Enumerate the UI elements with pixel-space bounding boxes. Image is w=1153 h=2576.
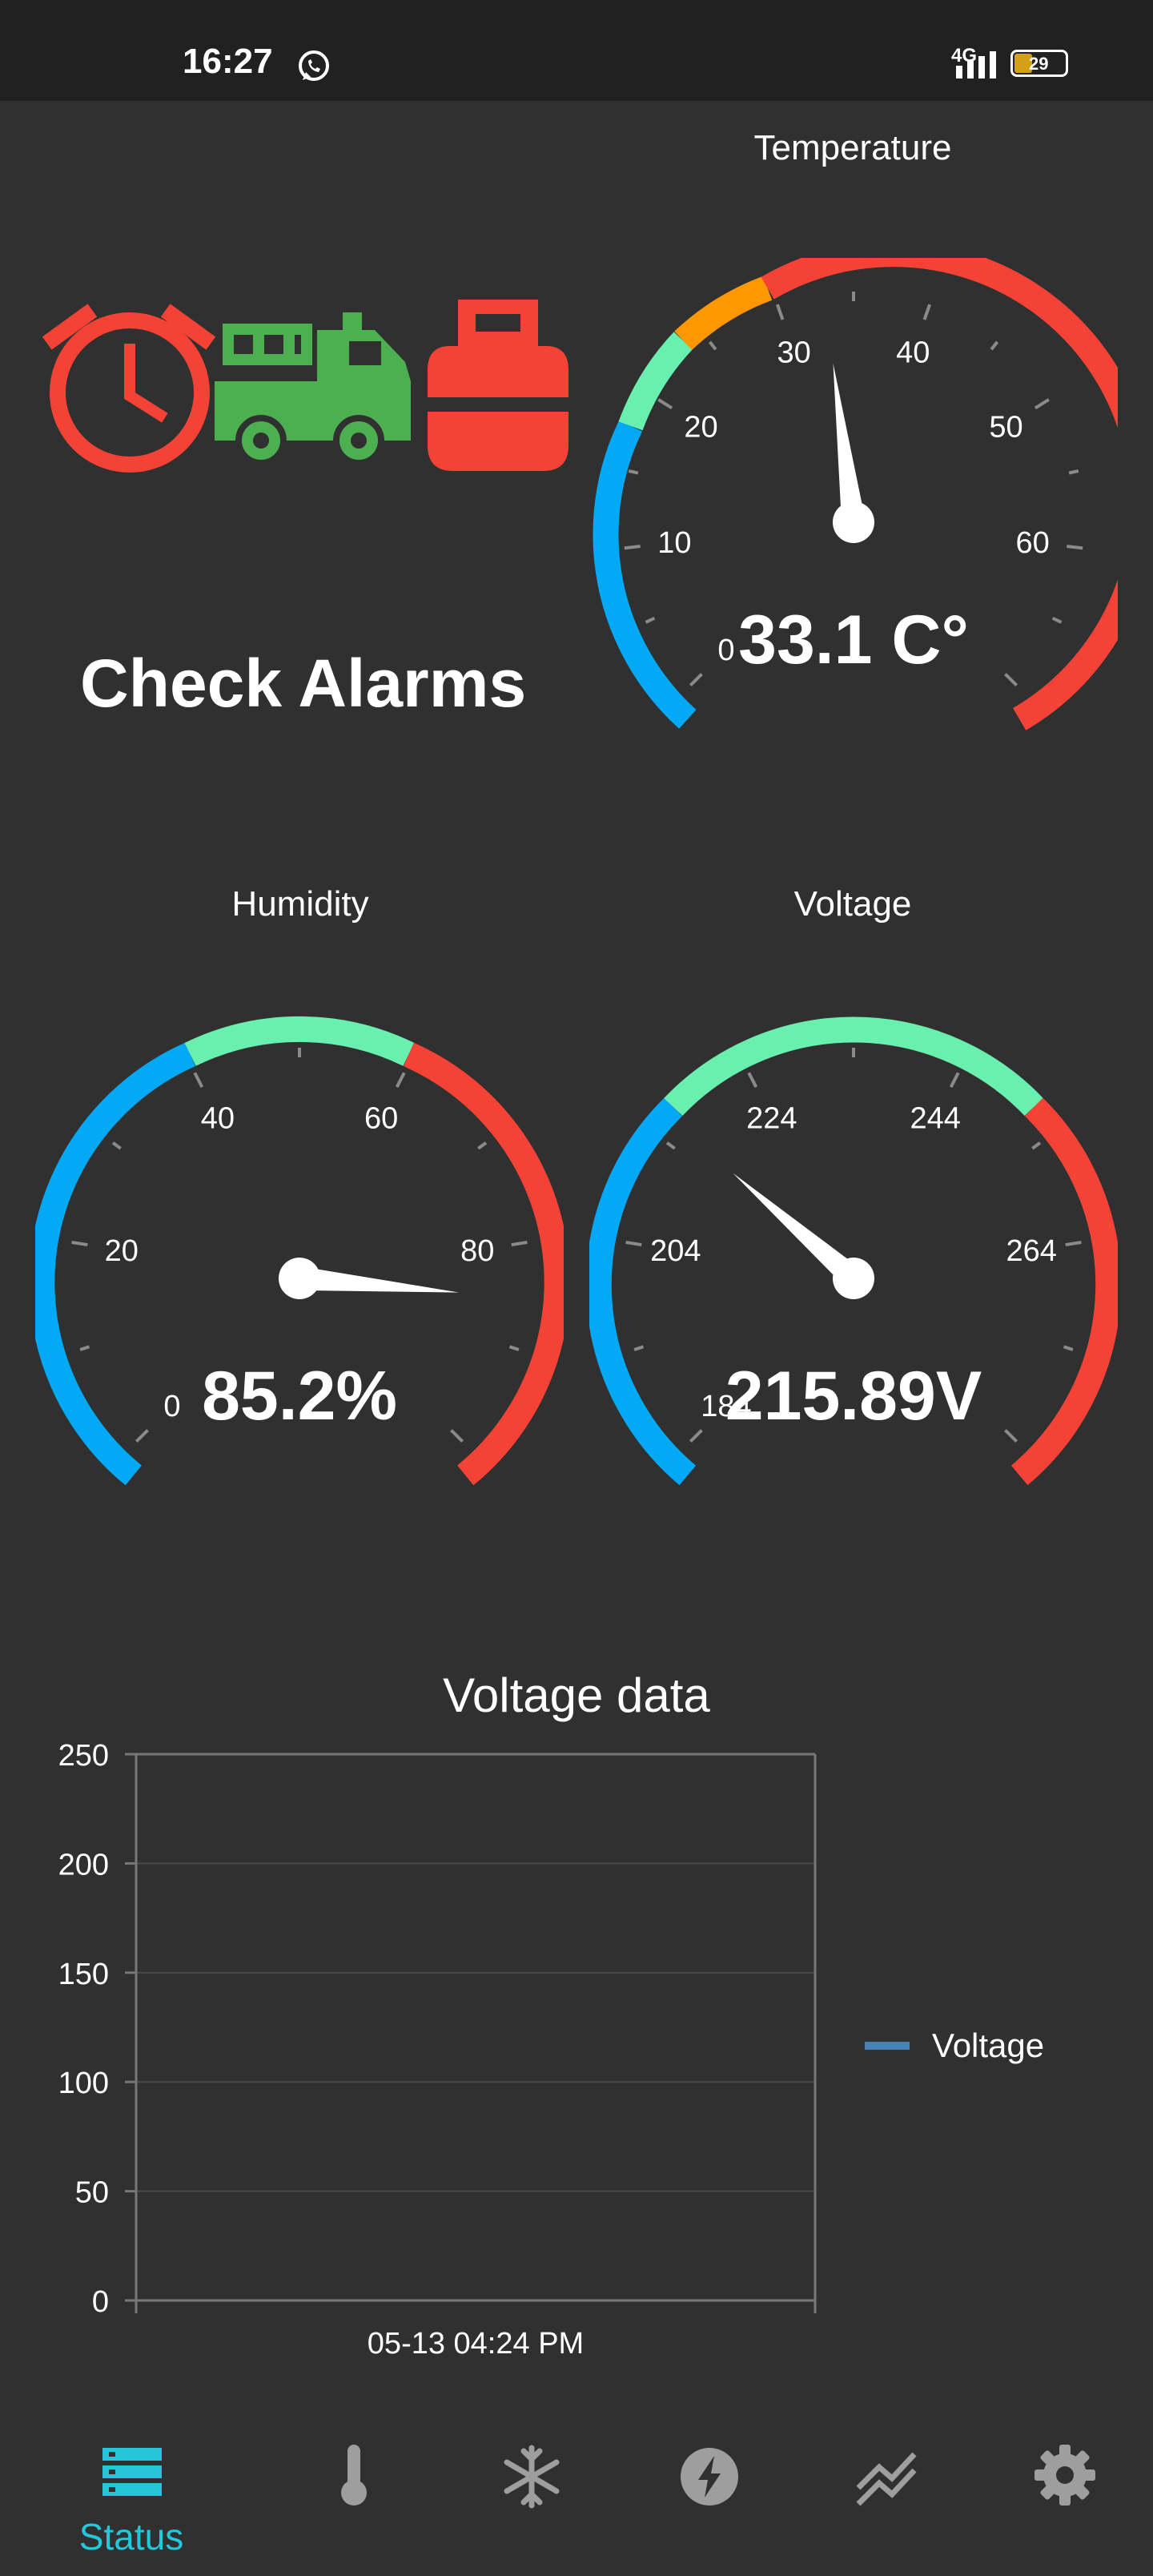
temperature-tick-mark: [1067, 545, 1083, 550]
whatsapp-icon: [299, 50, 329, 81]
voltage-needle-hub: [833, 1258, 874, 1299]
temperature-tick-mark: [624, 545, 641, 550]
humidity-tick-mark: [71, 1240, 88, 1247]
nav-status[interactable]: Status: [67, 2443, 195, 2558]
legend-voltage-label: Voltage: [932, 2027, 1045, 2064]
voltage-tick-mark: [1065, 1240, 1082, 1247]
status-bar: 16:27 4G 29: [0, 0, 1153, 101]
voltage-label: Voltage: [793, 884, 912, 924]
temperature-needle-hub: [833, 501, 874, 543]
trend-chart-icon: [856, 2452, 917, 2506]
humidity-tick-mark: [508, 1345, 520, 1351]
nav-trends[interactable]: [823, 2443, 951, 2555]
bottom-navigation: Status: [0, 2411, 1153, 2576]
chart-x-tick-label: 05-13 04:24 PM: [368, 2327, 584, 2361]
humidity-tick-mark: [79, 1345, 90, 1351]
humidity-tick-label: 40: [201, 1102, 235, 1136]
nav-power[interactable]: [645, 2443, 773, 2555]
temperature-tick-mark: [1051, 616, 1063, 624]
fire-truck-icon: [215, 312, 411, 465]
humidity-value: 85.2%: [202, 1358, 397, 1435]
battery-icon: 29: [1010, 50, 1068, 77]
chart-y-tick-label: 200: [58, 1848, 109, 1882]
temperature-tick-mark: [775, 304, 785, 320]
voltage-tick-label: 244: [910, 1102, 960, 1136]
humidity-needle-hub: [279, 1258, 320, 1299]
app-screen: 16:27 4G 29 Check Alarms Temperature Hum…: [0, 0, 1153, 2576]
gas-cylinder-icon: [428, 300, 568, 471]
temperature-tick-mark: [708, 340, 717, 351]
lightning-bolt-icon: [681, 2448, 738, 2506]
temperature-tick-mark: [645, 616, 656, 624]
chart-plot-border: [136, 1754, 815, 2371]
chart-gridlines: [136, 1862, 815, 2192]
chart-y-tick-label: 50: [75, 2176, 109, 2210]
battery-level: 29: [1029, 54, 1049, 74]
humidity-tick-mark: [395, 1072, 406, 1089]
voltage-value: 215.89V: [725, 1358, 982, 1435]
nav-settings[interactable]: [1001, 2443, 1129, 2555]
signal-icon: [956, 51, 996, 78]
humidity-tick-mark: [111, 1141, 122, 1150]
humidity-needle: [298, 1266, 460, 1293]
alarm-clock-icon: [42, 304, 216, 473]
temperature-needle: [833, 363, 866, 524]
storage-list-icon: [102, 2448, 162, 2496]
status-time: 16:27: [183, 42, 273, 81]
temperature-tick-mark: [990, 340, 999, 351]
temperature-label: Temperature: [753, 128, 952, 167]
thermometer-icon: [341, 2445, 367, 2506]
temperature-tick-mark: [1034, 398, 1050, 410]
check-alarms-title: Check Alarms: [80, 646, 527, 721]
legend-voltage-swatch: [865, 2042, 910, 2050]
chart-y-ticks: 0 50 100 150 200 250: [58, 1739, 136, 2319]
voltage-tick-label: 264: [1006, 1234, 1057, 1268]
chart-y-tick-label: 0: [92, 2285, 109, 2319]
temperature-tick-label: 30: [777, 336, 811, 370]
voltage-tick-mark: [665, 1141, 676, 1150]
voltage-tick-label: 224: [746, 1102, 797, 1136]
chart-x-ticks: 05-13 04:24 PM: [135, 2300, 817, 2361]
humidity-tick-label: 60: [364, 1102, 398, 1136]
humidity-tick-label: 80: [460, 1234, 494, 1268]
humidity-label: Humidity: [231, 884, 369, 924]
voltage-tick-mark: [625, 1240, 642, 1247]
humidity-tick-mark: [193, 1072, 204, 1089]
temperature-tick-label: 50: [989, 410, 1022, 444]
nav-temperature[interactable]: [290, 2443, 418, 2555]
chart-y-tick-label: 150: [58, 1958, 109, 1991]
humidity-tick-label: 20: [105, 1234, 139, 1268]
voltage-tick-label: 204: [650, 1234, 701, 1268]
voltage-tick-mark: [747, 1072, 758, 1089]
voltage-chart: 0 50 100 150 200 250 05-13 04:24 PM: [58, 1739, 817, 2371]
chart-y-tick-label: 100: [58, 2067, 109, 2100]
temperature-tick-label: 10: [657, 526, 691, 560]
temperature-tick-mark: [922, 304, 932, 320]
humidity-tick-mark: [477, 1141, 488, 1150]
voltage-tick-mark: [949, 1072, 960, 1089]
chart-y-tick-label: 250: [58, 1739, 109, 1773]
chart-legend[interactable]: Voltage: [865, 2027, 1044, 2065]
temperature-tick-mark: [657, 398, 673, 410]
temperature-tick-label: 40: [896, 336, 930, 370]
snowflake-icon: [504, 2445, 560, 2509]
voltage-tick-mark: [1063, 1345, 1074, 1351]
chart-title: Voltage data: [443, 1668, 710, 1722]
voltage-tick-mark: [1031, 1141, 1042, 1150]
temperature-tick-label: 20: [684, 410, 717, 444]
temperature-tick-mark: [1068, 469, 1079, 475]
temperature-value: 33.1 C°: [738, 602, 969, 678]
nav-status-label: Status: [78, 2516, 184, 2558]
humidity-tick-mark: [511, 1240, 528, 1247]
voltage-tick-mark: [633, 1345, 645, 1351]
nav-cooling[interactable]: [468, 2443, 596, 2555]
temperature-tick-mark: [628, 469, 639, 475]
temperature-tick-label: 60: [1015, 526, 1049, 560]
gear-icon: [1034, 2445, 1095, 2506]
